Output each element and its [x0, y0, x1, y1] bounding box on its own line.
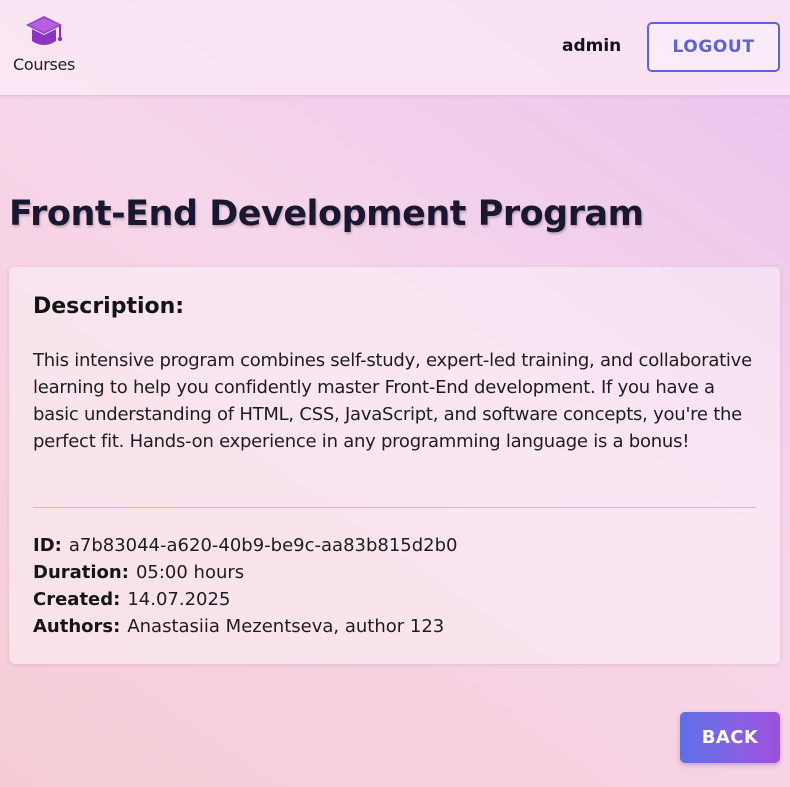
meta-row-duration: Duration: 05:00 hours — [33, 559, 458, 586]
meta-row-authors: Authors: Anastasiia Mezentseva, author 12… — [33, 613, 458, 640]
username-label: admin — [562, 36, 622, 56]
course-details-card: Description: This intensive program comb… — [9, 267, 780, 664]
id-label: ID: — [33, 535, 62, 556]
meta-row-id: ID: a7b83044-a620-40b9-be9c-aa83b815d2b0 — [33, 532, 458, 559]
id-value: a7b83044-a620-40b9-be9c-aa83b815d2b0 — [68, 535, 458, 556]
graduation-cap-icon — [26, 16, 63, 45]
course-meta: ID: a7b83044-a620-40b9-be9c-aa83b815d2b0 … — [33, 532, 458, 640]
logo-text: Courses — [13, 55, 76, 74]
authors-value: Anastasiia Mezentseva, author 123 — [127, 616, 445, 637]
created-label: Created: — [33, 589, 121, 610]
course-description: This intensive program combines self-stu… — [33, 350, 752, 452]
created-value: 14.07.2025 — [127, 589, 231, 610]
app-header: Courses admin LOGOUT — [0, 0, 790, 96]
description-heading: Description: — [33, 294, 185, 319]
duration-label: Duration: — [33, 562, 129, 583]
divider — [33, 507, 756, 508]
logout-button[interactable]: LOGOUT — [647, 22, 780, 72]
page-title: Front-End Development Program — [9, 194, 644, 234]
authors-label: Authors: — [33, 616, 121, 637]
back-button[interactable]: BACK — [680, 712, 780, 763]
logo[interactable]: Courses — [11, 14, 79, 76]
meta-row-created: Created: 14.07.2025 — [33, 586, 458, 613]
duration-value: 05:00 hours — [135, 562, 245, 583]
